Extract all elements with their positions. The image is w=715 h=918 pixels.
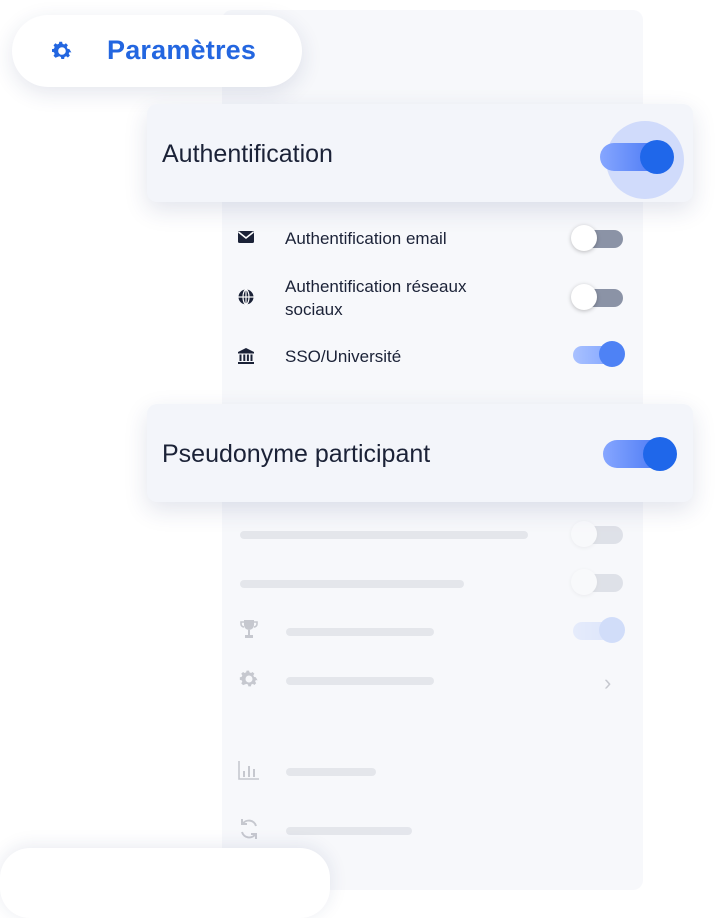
trophy-icon <box>240 620 258 638</box>
sso-auth-label: SSO/Université <box>285 347 402 366</box>
email-auth-label: Authentification email <box>285 229 447 248</box>
pseudonym-label: Pseudonyme participant <box>162 440 431 468</box>
placeholder-bar <box>240 580 464 588</box>
globe-icon <box>238 289 254 305</box>
bank-icon <box>238 348 254 364</box>
social-auth-label-line2: sociaux <box>285 300 343 319</box>
envelope-icon <box>238 231 254 243</box>
refresh-icon <box>241 819 257 839</box>
authentication-label: Authentification <box>162 140 333 168</box>
toggle-knob <box>599 341 625 367</box>
toggle-knob <box>571 284 597 310</box>
social-auth-toggle[interactable] <box>571 284 623 310</box>
placeholder-bar <box>286 628 434 636</box>
placeholder-toggle <box>573 617 625 643</box>
placeholder-bar <box>286 677 434 685</box>
gear-icon <box>239 670 258 687</box>
social-auth-label-line1: Authentification réseaux <box>285 277 467 296</box>
page-title: Paramètres <box>107 35 257 65</box>
placeholder-bar <box>286 827 412 835</box>
email-auth-toggle[interactable] <box>571 225 623 251</box>
toggle-knob <box>643 437 677 471</box>
toggle-knob <box>571 225 597 251</box>
placeholder-bar <box>286 768 376 776</box>
placeholder-bar <box>240 531 528 539</box>
authentication-toggle[interactable] <box>600 140 674 174</box>
placeholder-toggle <box>571 521 623 547</box>
pseudonym-toggle[interactable] <box>603 437 677 471</box>
bar-chart-icon <box>238 761 259 780</box>
gear-icon <box>52 41 72 59</box>
sso-auth-toggle[interactable] <box>573 341 625 367</box>
settings-header[interactable]: Paramètres <box>12 15 302 87</box>
placeholder-toggle <box>571 569 623 595</box>
chevron-right-icon: › <box>604 670 612 695</box>
bottom-card <box>0 848 330 918</box>
toggle-knob <box>640 140 674 174</box>
